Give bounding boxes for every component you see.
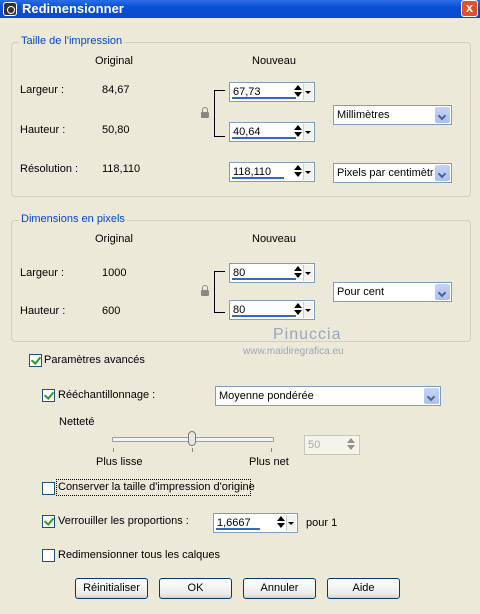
print-lock-icon [201,107,209,118]
ratio-dropdown[interactable] [286,515,296,531]
chevron-down-icon[interactable] [424,388,439,404]
lock-ratio-checkbox[interactable] [42,515,55,528]
cancel-button[interactable]: Annuler [243,578,316,599]
resize-all-layers-checkbox[interactable] [42,549,55,562]
print-height-original: 50,80 [102,124,130,136]
pixel-lock-icon [201,285,209,296]
advanced-checkbox[interactable] [29,354,42,367]
print-unit-value: Millimètres [337,109,390,121]
print-original-header: Original [95,55,133,67]
sharpness-label: Netteté [59,416,95,428]
resample-method-select[interactable]: Moyenne pondérée [215,386,441,406]
slider-tick [271,448,272,452]
print-width-dropdown[interactable] [303,84,313,100]
sharpness-input: 50 [304,435,360,455]
slider-tick [192,448,193,452]
print-height-input[interactable]: 40,64 [229,122,315,142]
pixel-width-input[interactable]: 80 [229,263,315,283]
print-height-dropdown[interactable] [303,124,313,140]
pixel-unit-select[interactable]: Pour cent [333,282,452,302]
sharpness-spinner [345,437,357,453]
print-width-input[interactable]: 67,73 [229,82,315,102]
resolution-label: Résolution : [20,163,79,175]
app-icon [3,2,17,16]
pixel-height-dropdown[interactable] [303,302,313,318]
resample-checkbox[interactable] [42,389,55,402]
chevron-down-icon[interactable] [435,107,450,123]
resolution-unit-value: Pixels par centimètre [337,167,433,179]
pixel-unit-value: Pour cent [337,286,385,298]
pixel-height-original: 600 [102,305,121,317]
print-width-label: Largeur : [20,84,65,96]
resample-label[interactable]: Rééchantillonnage : [58,389,155,401]
watermark-url: www.maidiregrafica.eu [243,346,344,357]
ratio-input[interactable]: 1,6667 [213,513,298,533]
resize-all-layers-label[interactable]: Redimensionner tous les calques [58,549,220,561]
chevron-down-icon[interactable] [435,284,450,300]
pixel-height-input[interactable]: 80 [229,300,315,320]
resolution-input[interactable]: 118,110 [229,162,315,182]
sharpness-slider-thumb[interactable] [188,431,196,446]
resample-method-value: Moyenne pondérée [219,390,314,402]
keep-print-size-label[interactable]: Conserver la taille d'impression d'origi… [58,481,255,493]
resolution-dropdown[interactable] [303,164,313,180]
pixel-width-label: Largeur : [20,267,65,279]
print-width-original: 84,67 [102,84,130,96]
pixel-original-header: Original [95,233,133,245]
resolution-unit-select[interactable]: Pixels par centimètre [333,163,452,183]
print-unit-select[interactable]: Millimètres [333,105,452,125]
sharpness-max-label: Plus net [249,456,289,468]
pixel-link-bracket [214,271,225,313]
help-button[interactable]: Aide [327,578,400,599]
pixel-height-label: Hauteur : [20,305,66,317]
print-link-bracket [214,90,225,137]
print-new-header: Nouveau [252,55,297,67]
watermark-name: Pinuccia [273,326,342,343]
lock-ratio-label[interactable]: Verrouiller les proportions : [58,515,189,527]
close-button[interactable]: x [461,0,478,17]
print-height-label: Hauteur : [20,124,66,136]
pixel-size-legend: Dimensions en pixels [19,213,127,225]
pixel-width-original: 1000 [102,267,127,279]
pixel-width-dropdown[interactable] [303,265,313,281]
reset-button[interactable]: Réinitialiser [75,578,148,599]
sharpness-min-label: Plus lisse [96,456,143,468]
keep-print-size-checkbox[interactable] [42,482,55,495]
chevron-down-icon[interactable] [435,165,450,181]
sharpness-value: 50 [308,439,321,451]
advanced-label[interactable]: Paramètres avancés [44,354,145,366]
resolution-original: 118,110 [102,163,141,175]
title-bar[interactable]: Redimensionner x [0,0,480,18]
ok-button[interactable]: OK [159,578,232,599]
pixel-new-header: Nouveau [252,233,297,245]
slider-tick [113,448,114,452]
print-size-legend: Taille de l'impression [19,35,125,47]
window-title: Redimensionner [22,1,124,16]
ratio-suffix: pour 1 [306,517,338,529]
